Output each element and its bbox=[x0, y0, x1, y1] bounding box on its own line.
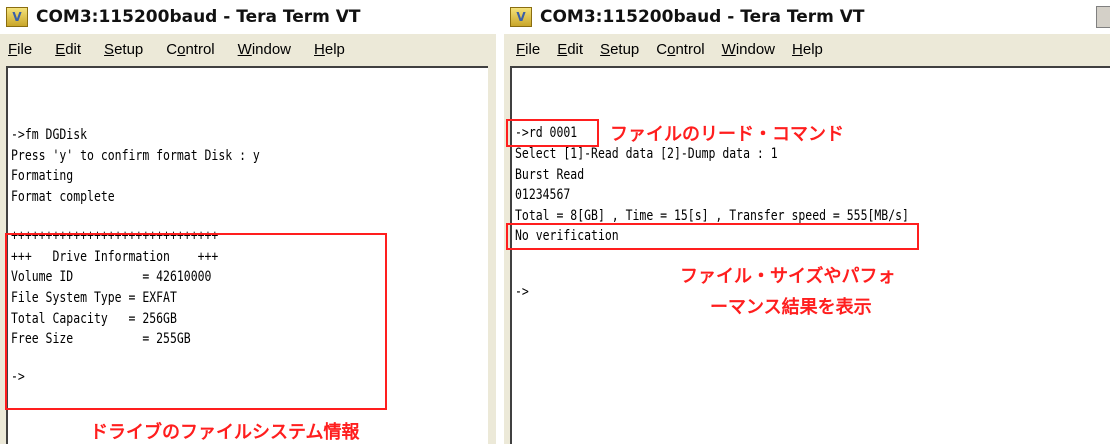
menu-bar: File Edit Setup Control Window Help bbox=[504, 34, 1110, 64]
menu-control[interactable]: Control bbox=[656, 41, 704, 58]
title-bar[interactable]: V COM3:115200baud - Tera Term VT bbox=[0, 0, 496, 34]
menu-edit[interactable]: Edit bbox=[55, 41, 81, 58]
menu-bar: File Edit Setup Control Window Help bbox=[0, 34, 496, 64]
terminal-line: Burst Read bbox=[515, 167, 585, 183]
menu-setup[interactable]: Setup bbox=[104, 41, 143, 58]
performance-result-annotation-line1: ファイル・サイズやパフォ bbox=[680, 266, 896, 287]
window-title: COM3:115200baud - Tera Term VT bbox=[540, 7, 865, 27]
tera-term-window-right: V COM3:115200baud - Tera Term VT File Edi… bbox=[504, 0, 1110, 444]
performance-result-annotation-line2: ーマンス結果を表示 bbox=[710, 297, 872, 318]
transfer-result-highlight-box bbox=[506, 223, 919, 250]
terminal-line: Select [1]-Read data [2]-Dump data : 1 bbox=[515, 146, 778, 162]
menu-help[interactable]: Help bbox=[792, 41, 823, 58]
tera-term-app-icon[interactable]: V bbox=[6, 7, 28, 27]
terminal-line: -> bbox=[515, 284, 529, 300]
menu-control[interactable]: Control bbox=[166, 41, 214, 58]
tera-term-app-icon[interactable]: V bbox=[510, 7, 532, 27]
terminal-line: Press 'y' to confirm format Disk : y bbox=[11, 148, 260, 164]
menu-setup[interactable]: Setup bbox=[600, 41, 639, 58]
drive-filesystem-info-annotation: ドライブのファイルシステム情報 bbox=[90, 422, 360, 443]
menu-window[interactable]: Window bbox=[722, 41, 775, 58]
menu-file[interactable]: File bbox=[8, 41, 32, 58]
terminal-line: Format complete bbox=[11, 189, 115, 205]
menu-help[interactable]: Help bbox=[314, 41, 345, 58]
read-command-annotation: ファイルのリード・コマンド bbox=[610, 124, 844, 145]
terminal-line: ->fm DGDisk bbox=[11, 127, 88, 143]
minimize-button[interactable] bbox=[1096, 6, 1110, 28]
title-bar[interactable]: V COM3:115200baud - Tera Term VT bbox=[504, 0, 1110, 34]
window-title: COM3:115200baud - Tera Term VT bbox=[36, 7, 361, 27]
read-command-highlight-box bbox=[506, 119, 599, 147]
terminal-line: 01234567 bbox=[515, 187, 571, 203]
drive-info-highlight-box bbox=[5, 233, 387, 410]
menu-edit[interactable]: Edit bbox=[557, 41, 583, 58]
terminal-line: Formating bbox=[11, 168, 74, 184]
menu-file[interactable]: File bbox=[516, 41, 540, 58]
menu-window[interactable]: Window bbox=[238, 41, 291, 58]
